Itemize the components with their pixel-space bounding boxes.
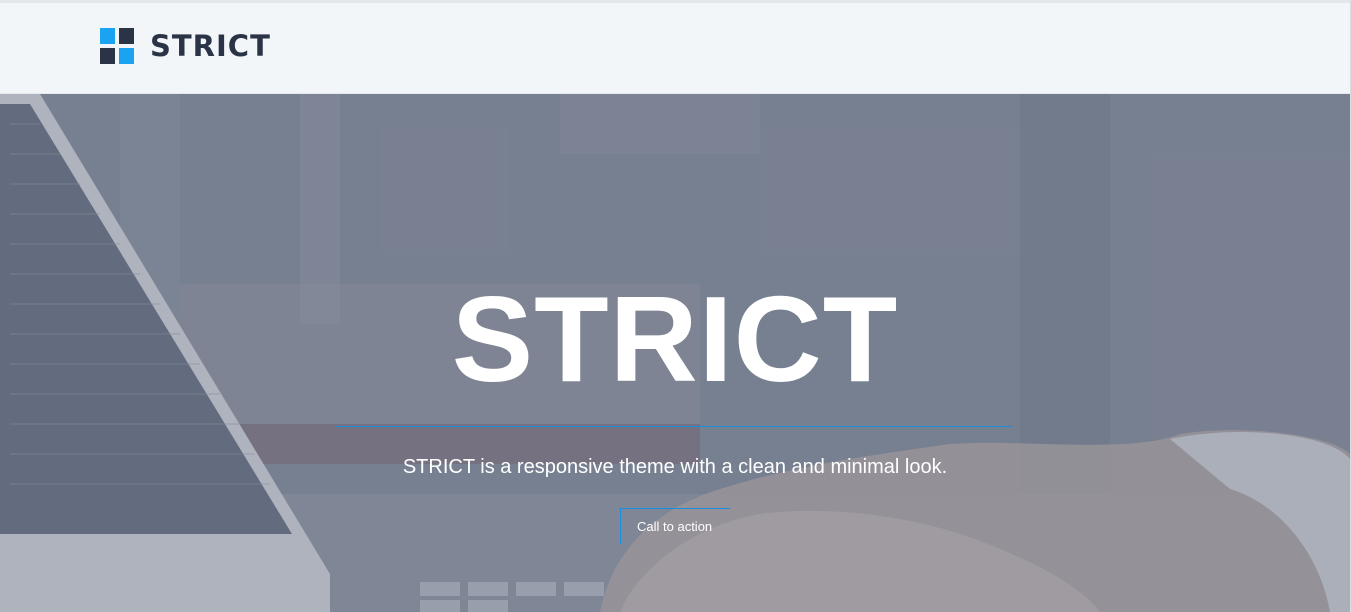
hero-content: STRICT STRICT is a responsive theme with… [0,94,1350,612]
page: STRICT STRICT STRICT is a responsive the… [0,0,1351,612]
hero-subtitle: STRICT is a responsive theme with a clea… [402,456,948,478]
logo-link[interactable]: STRICT [100,28,271,64]
hero-section: STRICT STRICT is a responsive theme with… [0,94,1350,612]
hero-title: STRICT [451,271,899,407]
logo-icon [100,28,134,64]
hero-divider [336,426,1012,427]
site-header: STRICT [0,3,1351,94]
call-to-action-button[interactable]: Call to action [620,508,730,544]
brand-name: STRICT [150,29,271,63]
